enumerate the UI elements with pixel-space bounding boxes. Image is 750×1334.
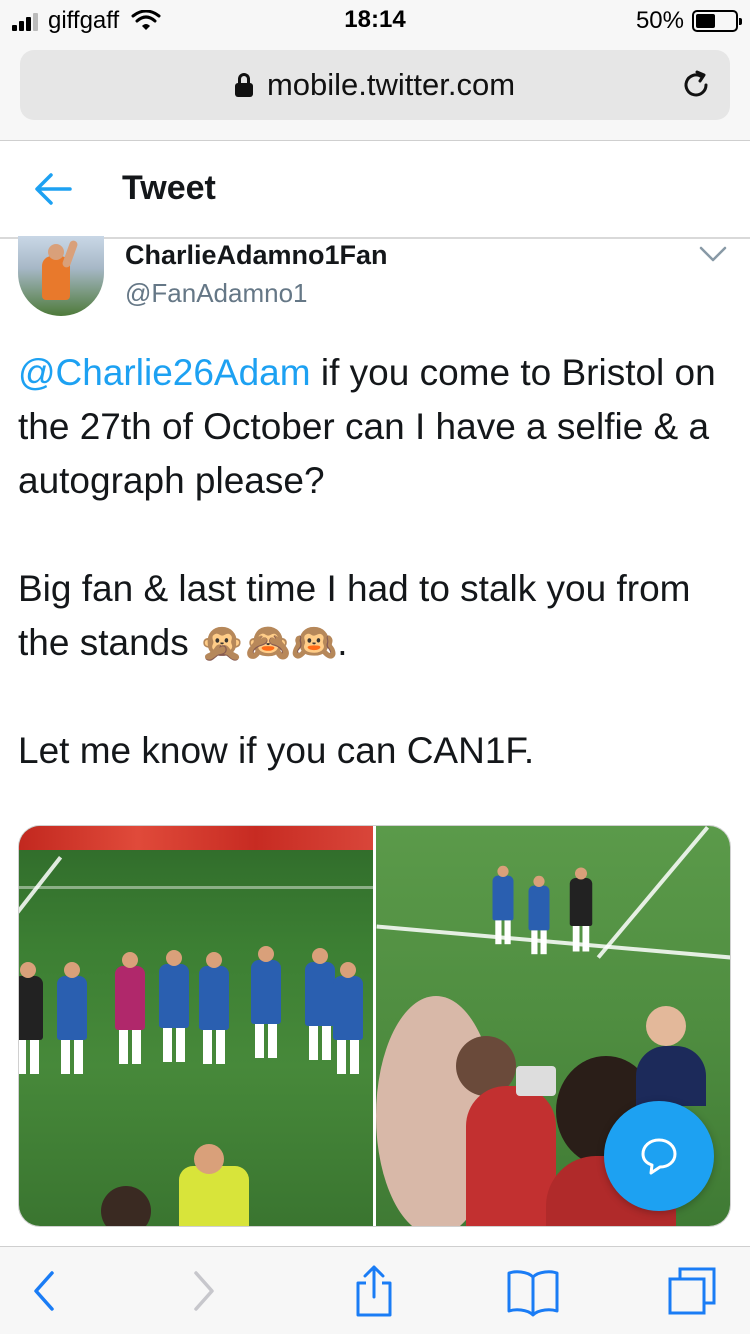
author-name[interactable]: CharlieAdamno1Fan [125, 240, 388, 271]
compose-button[interactable] [604, 1101, 714, 1211]
url-text: mobile.twitter.com [266, 67, 516, 102]
author-handle[interactable]: @FanAdamno1 [125, 278, 308, 309]
lock-icon [234, 73, 253, 97]
browser-chrome: giffgaff 18:14 50% mobile.twitter.com [0, 0, 750, 141]
tabs-icon[interactable] [662, 1263, 722, 1319]
bookmarks-icon[interactable] [503, 1263, 563, 1319]
tweet-text: @Charlie26Adam if you come to Bristol on… [18, 346, 738, 778]
battery-percent: 50% [635, 7, 684, 34]
screen: giffgaff 18:14 50% mobile.twitter.com Tw… [0, 0, 750, 1334]
browser-toolbar [0, 1246, 750, 1334]
reload-icon[interactable] [680, 69, 712, 101]
tweet-header: Tweet [0, 141, 750, 239]
share-icon[interactable] [344, 1263, 404, 1319]
battery-fill [696, 14, 715, 28]
status-right: 50% [635, 7, 742, 35]
back-icon[interactable] [18, 1263, 78, 1319]
page-title: Tweet [122, 169, 216, 207]
battery-cap [739, 18, 742, 25]
forward-icon[interactable] [170, 1263, 230, 1319]
speech-bubble-icon [641, 1138, 677, 1175]
tweet-paragraph-1: @Charlie26Adam if you come to Bristol on… [18, 346, 738, 508]
url-bar[interactable]: mobile.twitter.com [20, 50, 730, 120]
battery-icon [692, 10, 742, 32]
status-bar: giffgaff 18:14 50% [0, 0, 750, 40]
avatar[interactable] [18, 236, 104, 316]
tweet-paragraph-3: Let me know if you can CAN1F. [18, 730, 535, 771]
tweet-paragraph-2: Big fan & last time I had to stalk you f… [18, 568, 691, 663]
mention-link[interactable]: @Charlie26Adam [18, 352, 311, 393]
photo-players-lineup[interactable] [19, 826, 373, 1226]
chevron-down-icon[interactable] [698, 244, 728, 264]
url-content: mobile.twitter.com [20, 50, 730, 120]
back-arrow-icon[interactable] [34, 171, 72, 207]
